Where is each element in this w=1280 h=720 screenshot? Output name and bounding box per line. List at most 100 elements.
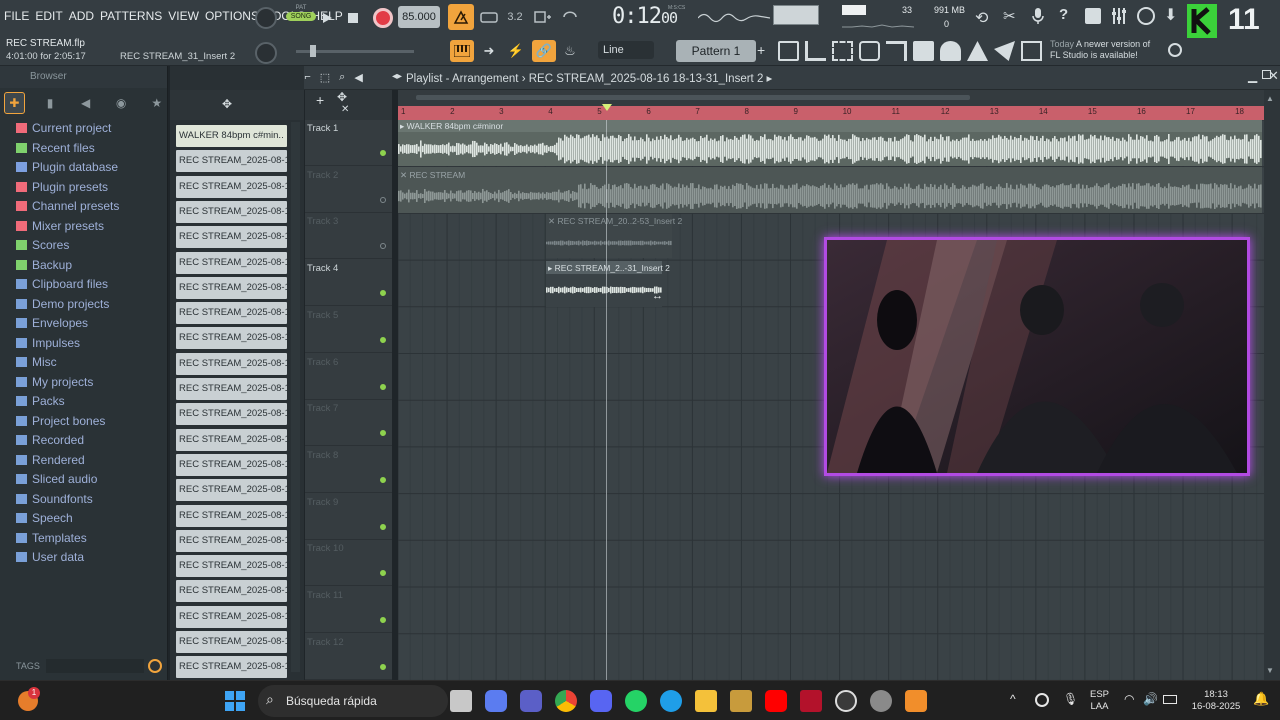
picker-item[interactable]: REC STREAM_2025-08-16.. xyxy=(176,327,287,350)
mic-icon[interactable] xyxy=(1031,7,1047,27)
track-mute-led[interactable] xyxy=(380,476,386,483)
menu-file[interactable]: FILE xyxy=(4,9,29,23)
track-header[interactable]: Track 6 xyxy=(305,354,392,400)
menu-patterns[interactable]: PATTERNS xyxy=(100,9,162,23)
plugin-tab-icon[interactable]: ◉ xyxy=(111,92,132,114)
track-mute-led[interactable] xyxy=(380,150,386,156)
start-icon[interactable] xyxy=(225,691,245,711)
browser-item[interactable]: Speech xyxy=(16,509,73,527)
window-close[interactable]: ✕ xyxy=(1268,68,1279,84)
browser-item[interactable]: My projects xyxy=(16,373,93,391)
metronome-button[interactable] xyxy=(448,4,474,30)
picker-item[interactable]: REC STREAM_2025-08-16.. xyxy=(176,529,287,552)
clip-insert-b[interactable]: ▸ REC STREAM_2..-31_Insert 2 xyxy=(546,261,670,307)
youtube-icon[interactable] xyxy=(765,690,787,712)
update-icon[interactable] xyxy=(1168,43,1182,57)
clock[interactable]: 18:13 16-08-2025 xyxy=(1188,689,1244,713)
task-view-icon[interactable] xyxy=(450,690,472,712)
browser-item[interactable]: Scores xyxy=(16,236,69,254)
tags-search-icon[interactable] xyxy=(148,659,162,673)
copilot-icon[interactable] xyxy=(485,690,507,712)
clip-rec-stream[interactable]: ✕ REC STREAM xyxy=(398,167,1262,213)
app-l-icon[interactable] xyxy=(730,690,752,712)
undo-icon[interactable]: ⟲ xyxy=(975,8,995,28)
news-panel[interactable]: Today A newer version of FL Studio is av… xyxy=(1050,39,1150,61)
browser-item[interactable]: Misc xyxy=(16,353,57,371)
picker-zoom-icon[interactable]: ✥ xyxy=(222,97,232,111)
picker-item[interactable]: REC STREAM_2025-08-16.. xyxy=(176,479,287,502)
search-box[interactable]: ⌕ Búsqueda rápida xyxy=(258,685,448,717)
track-mute-led[interactable] xyxy=(380,663,386,670)
menu-view[interactable]: VIEW xyxy=(168,9,199,23)
share-icon[interactable] xyxy=(994,41,1015,61)
vertical-scrollbar[interactable]: ▲ ▼ xyxy=(1264,90,1280,680)
picker-item[interactable]: REC STREAM_2025-08-16.. xyxy=(176,352,287,375)
master-volume-knob[interactable] xyxy=(255,7,277,29)
picker-item[interactable]: REC STREAM_2025-08-16.. xyxy=(176,403,287,426)
track-mute-led[interactable] xyxy=(380,430,386,437)
track-mute-led[interactable] xyxy=(380,243,386,250)
picker-item[interactable]: REC STREAM_2025-08-16.. xyxy=(176,378,287,400)
play-button[interactable] xyxy=(320,10,334,26)
picker-item[interactable]: REC STREAM_2025-08-16.. xyxy=(176,251,287,274)
countdown-button[interactable]: 3.2 xyxy=(503,6,527,28)
favorites-tab-icon[interactable]: ★ xyxy=(146,92,167,114)
pitch-knob[interactable] xyxy=(255,42,277,64)
arrow-tool-button[interactable]: ➜ xyxy=(478,40,500,62)
edge-icon[interactable] xyxy=(660,690,682,712)
browser-item[interactable]: Channel presets xyxy=(16,197,119,215)
close-track-icon[interactable]: ✕ xyxy=(341,104,349,115)
mixer-icon[interactable] xyxy=(1111,7,1127,25)
clip-walker[interactable]: ▸ WALKER 84bpm c#minor xyxy=(398,120,1262,166)
playlist-collapse-icon[interactable]: ◂▸ xyxy=(392,71,402,82)
picker-item[interactable]: REC STREAM_2025-08-16.. xyxy=(176,605,287,628)
browser-item[interactable]: Impulses xyxy=(16,334,80,352)
browser-item[interactable]: Plugin database xyxy=(16,158,118,176)
discord-icon[interactable] xyxy=(590,690,612,712)
browser-item[interactable]: Envelopes xyxy=(16,314,88,332)
picker-item[interactable]: REC STREAM_2025-08-16.. xyxy=(176,656,287,679)
picker-item[interactable]: REC STREAM_2025-08-16.. xyxy=(176,150,287,173)
track-header[interactable]: Track 8 xyxy=(305,447,392,493)
browser-item[interactable]: Demo projects xyxy=(16,295,109,313)
teams-icon[interactable] xyxy=(520,690,542,712)
link-button[interactable]: 🔗 xyxy=(532,40,556,62)
wifi-icon[interactable]: ◠ xyxy=(1124,692,1134,706)
track-header[interactable]: Track 2 xyxy=(305,167,392,213)
chat-icon[interactable] xyxy=(1137,7,1155,25)
picker-item[interactable]: WALKER 84bpm c#min.. xyxy=(176,125,287,147)
browser-item[interactable]: Rendered xyxy=(16,451,85,469)
track-header[interactable]: Track 11 xyxy=(305,587,392,633)
browser-item[interactable]: Soundfonts xyxy=(16,490,93,508)
clip-insert-a[interactable]: ✕ REC STREAM_20..2-53_Insert 2 xyxy=(546,214,682,258)
file-tab-icon[interactable]: ▮ xyxy=(40,92,61,114)
picker-item[interactable]: REC STREAM_2025-08-16.. xyxy=(176,302,287,325)
slider-thumb[interactable] xyxy=(310,45,316,57)
download-icon[interactable]: ⬇ xyxy=(1164,5,1182,25)
timeline-ruler[interactable]: 1 2 3 4 5 6 7 8 9 10 11 12 13 14 15 16 17 18 xyxy=(398,104,1264,120)
window-minimize[interactable]: ▁ xyxy=(1248,69,1257,83)
slice-icon[interactable]: ⌐ xyxy=(304,71,310,84)
fl-studio-icon[interactable] xyxy=(905,690,927,712)
tags-input[interactable] xyxy=(46,659,144,673)
track-mute-led[interactable] xyxy=(380,570,386,577)
song-mode-toggle[interactable]: PAT SONG xyxy=(286,5,316,31)
volume-icon[interactable]: 🔊 xyxy=(1143,692,1158,706)
obs-icon[interactable] xyxy=(835,690,857,712)
browser-item[interactable]: User data xyxy=(16,548,84,566)
tray-app-icon[interactable] xyxy=(1035,693,1049,707)
language-indicator[interactable]: ESP LAA xyxy=(1090,689,1109,713)
whatsapp-icon[interactable] xyxy=(625,690,647,712)
track-mute-led[interactable] xyxy=(380,617,386,623)
picker-item[interactable]: REC STREAM_2025-08-16.. xyxy=(176,276,287,299)
snap-select[interactable]: Line xyxy=(598,41,654,59)
chrome-icon[interactable] xyxy=(555,690,577,712)
plugin-picker-icon[interactable] xyxy=(886,41,907,61)
browser-item[interactable]: Plugin presets xyxy=(16,178,108,196)
script-icon[interactable] xyxy=(967,41,988,61)
audio-tab-icon[interactable]: ◀ xyxy=(75,92,96,114)
browser-item[interactable]: Backup xyxy=(16,256,72,274)
track-header[interactable]: Track 10 xyxy=(305,540,392,587)
track-mute-led[interactable] xyxy=(380,290,386,297)
step-edit-button[interactable] xyxy=(532,6,554,28)
